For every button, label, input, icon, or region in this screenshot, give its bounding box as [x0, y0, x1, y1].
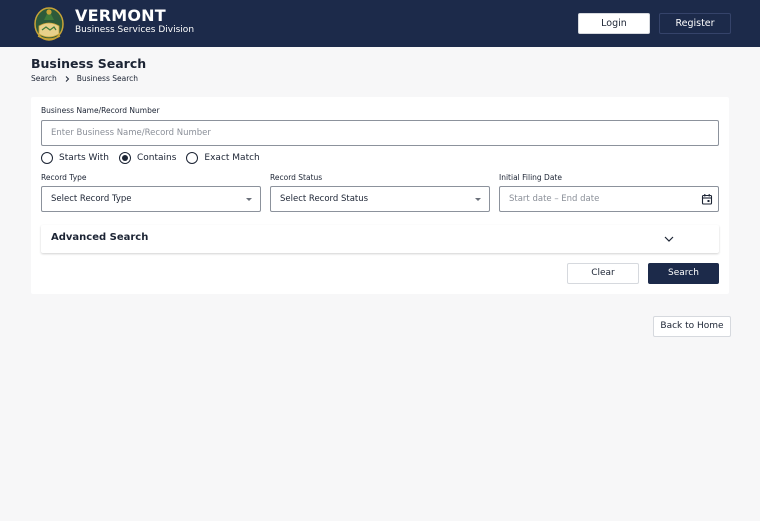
filing-date-label: Initial Filing Date	[499, 173, 562, 182]
back-to-home-button[interactable]: Back to Home	[653, 316, 731, 337]
clear-button[interactable]: Clear	[567, 263, 639, 284]
register-button[interactable]: Register	[659, 13, 731, 34]
radio-circle	[41, 152, 53, 164]
match-type-group: Starts With Contains Exact Match	[41, 152, 270, 164]
radio-label: Exact Match	[204, 153, 260, 163]
advanced-search-toggle[interactable]: Advanced Search	[41, 225, 719, 253]
filing-date-range-input[interactable]: Start date – End date	[499, 186, 719, 212]
calendar-icon[interactable]	[701, 193, 713, 205]
record-status-value: Select Record Status	[280, 194, 369, 204]
record-type-value: Select Record Type	[51, 194, 132, 204]
chevron-down-icon	[664, 236, 674, 242]
radio-label: Starts With	[59, 153, 109, 163]
radio-circle	[186, 152, 199, 164]
brand-title: VERMONT	[75, 6, 166, 25]
breadcrumb-search-link[interactable]: Search	[31, 74, 57, 83]
business-name-input[interactable]	[41, 120, 719, 146]
search-card: Business Name/Record Number Starts With …	[31, 97, 729, 294]
record-type-select[interactable]: Select Record Type	[41, 186, 261, 212]
dropdown-arrow-icon	[475, 198, 481, 201]
vermont-seal-icon[interactable]	[33, 6, 65, 42]
radio-exact-match[interactable]: Exact Match	[186, 152, 260, 164]
radio-circle-selected	[118, 152, 131, 164]
top-bar: VERMONT Business Services Division Login…	[0, 0, 760, 47]
record-status-label: Record Status	[270, 173, 323, 182]
record-type-label: Record Type	[41, 173, 87, 182]
radio-contains[interactable]: Contains	[118, 152, 177, 164]
dropdown-arrow-icon	[246, 198, 252, 201]
business-name-label: Business Name/Record Number	[41, 106, 160, 115]
advanced-search-label: Advanced Search	[51, 232, 149, 243]
filing-date-placeholder: Start date – End date	[509, 194, 600, 204]
brand-subtitle: Business Services Division	[75, 25, 195, 35]
page-title: Business Search	[31, 56, 147, 71]
radio-starts-with[interactable]: Starts With	[41, 152, 109, 164]
login-button[interactable]: Login	[578, 13, 650, 34]
breadcrumb: Search Business Search	[31, 74, 138, 83]
breadcrumb-current: Business Search	[76, 74, 139, 83]
search-button[interactable]: Search	[648, 263, 719, 284]
radio-label: Contains	[136, 153, 177, 163]
record-status-select[interactable]: Select Record Status	[270, 186, 490, 212]
chevron-right-icon	[63, 75, 71, 83]
